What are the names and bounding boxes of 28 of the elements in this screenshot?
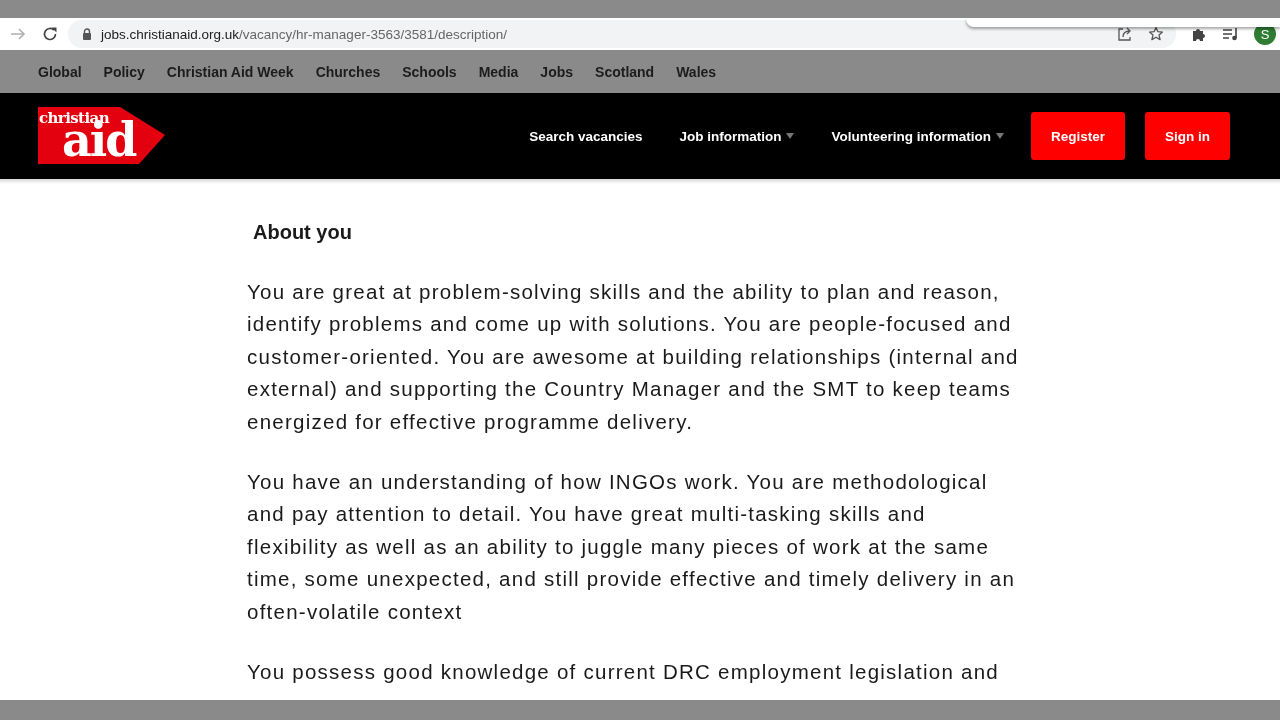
caret-icon[interactable]	[786, 133, 795, 139]
share-icon[interactable]	[1117, 26, 1133, 42]
media-queue-icon[interactable]	[1222, 26, 1240, 42]
sign-in-button[interactable]: Sign in	[1145, 112, 1230, 160]
site-nav-link[interactable]: Policy	[103, 63, 145, 80]
site-nav-link[interactable]: Schools	[402, 63, 457, 80]
reload-icon[interactable]	[42, 26, 58, 42]
nav-link[interactable]: Job information	[679, 128, 782, 144]
address-bar[interactable]: jobs.christianaid.org.uk/vacancy/hr-manager-3563/3581/description/	[68, 20, 1176, 48]
section-heading: About you	[253, 220, 353, 244]
caret-icon[interactable]	[995, 133, 1004, 139]
nav-link[interactable]: Volunteering information	[831, 128, 991, 144]
paragraph: You have an understanding of how INGOs work. You are methodological and pay attention to detail. You have great multi-tasking skills and flexibility as well as an ability to juggle many pieces of work at the same time, some unexpected, and still provide effective and timely delivery in an often-volatile context	[247, 469, 1017, 625]
puzzle-icon[interactable]	[1191, 26, 1207, 42]
site-nav-link[interactable]: Wales	[676, 63, 717, 80]
lock-icon	[82, 28, 92, 40]
site-nav-link[interactable]: Global	[38, 63, 82, 80]
paragraph: You possess good knowledge of current DRC employment legislation and	[247, 659, 1001, 686]
url-text: jobs.christianaid.org.uk/vacancy/hr-manager-3563/3581/description/	[101, 26, 507, 42]
register-button[interactable]: Register	[1030, 112, 1125, 160]
site-nav-link[interactable]: Scotland	[595, 63, 655, 80]
site-nav-link[interactable]: Christian Aid Week	[166, 63, 294, 80]
star-icon[interactable]	[1148, 26, 1164, 42]
site-nav-link[interactable]: Churches	[315, 63, 381, 80]
site-nav-link[interactable]: Jobs	[540, 63, 574, 80]
site-nav-link[interactable]: Media	[478, 63, 519, 80]
paragraph: You are great at problem-solving skills and the ability to plan and reason, identify problems and come up with solutions. You are people-focused and customer-oriented. You are awesome at building relationships (internal and external) and supporting the Country Manager and the SMT to keep teams energized for effective programme delivery.	[247, 279, 1019, 435]
nav-link[interactable]: Search vacancies	[529, 128, 643, 144]
